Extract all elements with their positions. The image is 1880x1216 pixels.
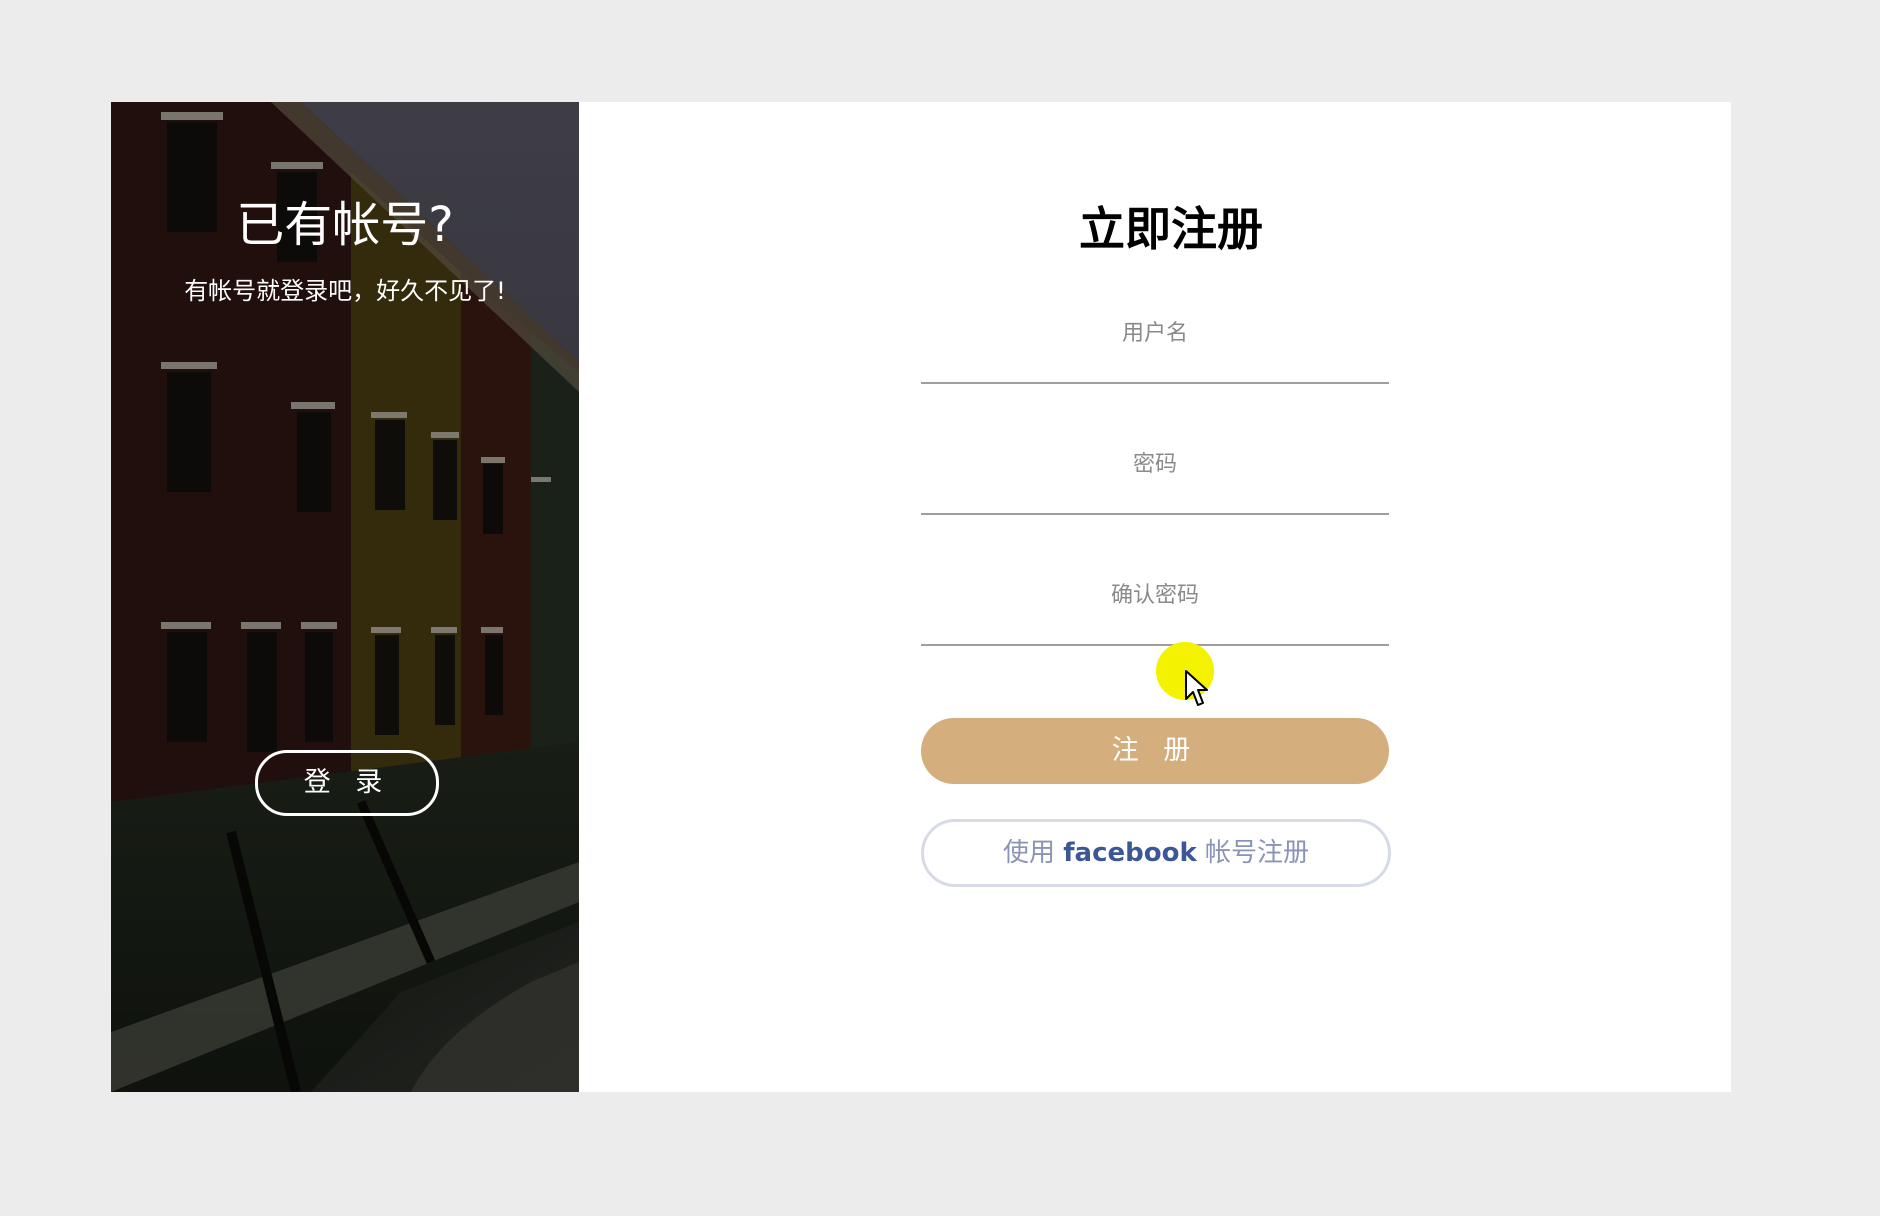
register-card: 已有帐号? 有帐号就登录吧，好久不见了! 登 录 立即注册 注 册 使用 fac…: [111, 102, 1731, 1092]
password-field-wrapper: [921, 415, 1389, 525]
password-input[interactable]: [921, 415, 1389, 515]
mouse-cursor-icon: [1185, 670, 1208, 706]
facebook-button-suffix: 帐号注册: [1196, 838, 1310, 868]
username-input[interactable]: [921, 284, 1389, 384]
username-field-wrapper: [921, 284, 1389, 394]
facebook-button-prefix: 使用: [1002, 838, 1064, 868]
facebook-register-button[interactable]: 使用 facebook 帐号注册: [921, 819, 1391, 887]
login-promo-title: 已有帐号?: [236, 197, 454, 253]
register-title: 立即注册: [1079, 202, 1263, 256]
register-button[interactable]: 注 册: [921, 718, 1389, 784]
facebook-brand-text: facebook: [1063, 838, 1197, 868]
login-promo-subtitle: 有帐号就登录吧，好久不见了!: [184, 277, 506, 305]
confirm-password-input[interactable]: [921, 546, 1389, 646]
login-promo-panel: 已有帐号? 有帐号就登录吧，好久不见了! 登 录: [111, 102, 579, 1092]
login-button[interactable]: 登 录: [255, 750, 439, 816]
confirm-password-field-wrapper: [921, 546, 1389, 656]
